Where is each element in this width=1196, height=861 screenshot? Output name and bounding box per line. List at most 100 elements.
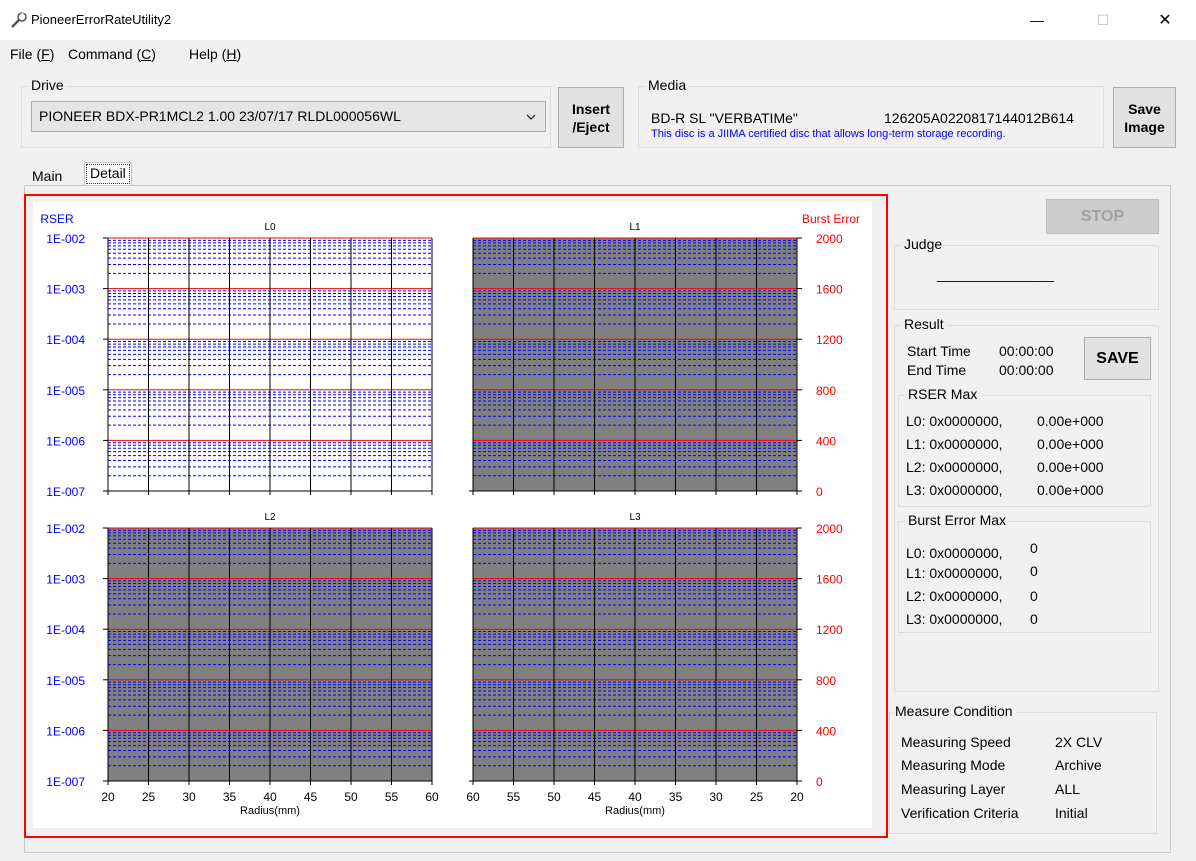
rser-max-l1-value: 0.00e+000 (1037, 436, 1104, 452)
burst-tick-label: 1200 (816, 333, 843, 347)
verification-criteria-value: Initial (1055, 805, 1088, 821)
chevron-down-icon (526, 114, 536, 120)
x-tick-label: 35 (223, 790, 237, 804)
rser-max-l3-addr: L3: 0x0000000, (906, 482, 1003, 498)
burst-tick-label: 2000 (816, 232, 843, 246)
start-time-label: Start Time (907, 343, 971, 359)
drive-group-label: Drive (28, 77, 67, 93)
burst-tick-label: 2000 (816, 522, 843, 536)
x-tick-label: 30 (709, 790, 723, 804)
close-icon: ✕ (1158, 12, 1172, 29)
drive-select[interactable]: PIONEER BDX-PR1MCL2 1.00 23/07/17 RLDL00… (31, 101, 546, 132)
rser-max-l1-addr: L1: 0x0000000, (906, 436, 1003, 452)
x-tick-label: 50 (344, 790, 358, 804)
x-tick-label: 60 (466, 790, 480, 804)
x-tick-label: 55 (385, 790, 399, 804)
minimize-button[interactable]: — (1014, 0, 1060, 40)
result-label: Result (901, 316, 947, 332)
rser-axis-label: RSER (40, 212, 74, 226)
rser-max-label: RSER Max (905, 386, 981, 402)
rser-tick-label: 1E-004 (46, 333, 85, 347)
wrench-icon (11, 12, 27, 28)
chart-panel-l0 (104, 237, 433, 495)
measuring-speed-label: Measuring Speed (901, 734, 1011, 750)
burst-tick-label: 0 (816, 485, 823, 499)
rser-tick-label: 1E-002 (46, 522, 85, 536)
judge-value: _______________ (937, 266, 1054, 282)
burst-tick-label: 800 (816, 674, 836, 688)
stop-button[interactable]: STOP (1046, 199, 1159, 234)
burst-max-l0-value: 0 (1030, 540, 1038, 556)
tab-detail[interactable]: Detail (84, 162, 132, 186)
burst-max-l3-addr: L3: 0x0000000, (906, 611, 1003, 627)
rser-tick-label: 1E-007 (46, 775, 85, 789)
title-bar: PioneerErrorRateUtility2 — ☐ ✕ (0, 0, 1196, 40)
error-rate-charts: RSER Burst Error L0 L1 L2 20 25 30 35 40 45 50 55 60 R… (40, 212, 860, 817)
menu-file[interactable]: File (F) (10, 46, 54, 62)
rser-tick-label: 1E-006 (46, 434, 85, 448)
measuring-layer-value: ALL (1055, 781, 1080, 797)
rser-max-l0-addr: L0: 0x0000000, (906, 413, 1003, 429)
rser-tick-label: 1E-003 (46, 283, 85, 297)
x-tick-label: 55 (507, 790, 521, 804)
end-time-value: 00:00:00 (999, 362, 1054, 378)
menu-command[interactable]: Command (C) (68, 46, 156, 62)
maximize-icon: ☐ (1096, 11, 1110, 28)
minimize-icon: — (1030, 12, 1044, 28)
burst-max-l2-addr: L2: 0x0000000, (906, 588, 1003, 604)
burst-max-l2-value: 0 (1030, 588, 1038, 604)
disc-note: This disc is a JIIMA certified disc that… (651, 128, 1006, 140)
x-tick-label: 45 (304, 790, 318, 804)
chart-panel-l3 (469, 527, 798, 785)
rser-max-l0-value: 0.00e+000 (1037, 413, 1104, 429)
rser-tick-label: 1E-007 (46, 485, 85, 499)
burst-max-l3-value: 0 (1030, 611, 1038, 627)
panel-title: L2 (264, 512, 276, 523)
save-image-button[interactable]: Save Image (1113, 87, 1176, 148)
x-tick-label: 40 (628, 790, 642, 804)
close-button[interactable]: ✕ (1142, 0, 1188, 40)
menu-help[interactable]: Help (H) (189, 46, 241, 62)
measuring-speed-value: 2X CLV (1055, 734, 1103, 750)
x-tick-label: 50 (547, 790, 561, 804)
measuring-layer-label: Measuring Layer (901, 781, 1006, 797)
insert-eject-button[interactable]: Insert /Eject (558, 87, 624, 148)
x-tick-label: 20 (790, 790, 804, 804)
x-axis-label: Radius(mm) (240, 805, 300, 817)
rser-tick-label: 1E-003 (46, 573, 85, 587)
x-tick-label: 30 (182, 790, 196, 804)
measure-condition-label: Measure Condition (892, 703, 1016, 719)
drive-select-value: PIONEER BDX-PR1MCL2 1.00 23/07/17 RLDL00… (39, 108, 401, 124)
save-button[interactable]: SAVE (1084, 337, 1151, 380)
burst-tick-label: 400 (816, 724, 836, 738)
burst-tick-label: 1600 (816, 283, 843, 297)
rser-tick-label: 1E-006 (46, 724, 85, 738)
start-time-value: 00:00:00 (999, 343, 1054, 359)
burst-axis-label: Burst Error (802, 212, 860, 226)
chart-panel-l2 (104, 527, 433, 785)
plot-area: RSER Burst Error L0 L1 L2 20 25 30 35 40 45 50 55 60 R… (33, 202, 872, 828)
rser-tick-label: 1E-005 (46, 674, 85, 688)
verification-criteria-label: Verification Criteria (901, 805, 1019, 821)
menu-bar: File (F) Command (C) Help (H) (0, 40, 1196, 70)
measuring-mode-value: Archive (1055, 757, 1102, 773)
rser-tick-label: 1E-004 (46, 623, 85, 637)
disc-type: BD-R SL "VERBATIMe" (651, 110, 798, 126)
burst-max-label: Burst Error Max (905, 512, 1010, 528)
judge-label: Judge (901, 236, 946, 252)
disc-id: 126205A0220817144012B614 (884, 110, 1074, 126)
x-tick-label: 20 (101, 790, 115, 804)
burst-tick-label: 800 (816, 384, 836, 398)
tab-main[interactable]: Main (26, 166, 68, 186)
maximize-button[interactable]: ☐ (1080, 0, 1126, 40)
burst-max-l1-value: 0 (1030, 563, 1038, 579)
x-tick-label: 45 (588, 790, 602, 804)
media-group-label: Media (645, 77, 690, 93)
x-tick-label: 35 (669, 790, 683, 804)
rser-max-l2-value: 0.00e+000 (1037, 459, 1104, 475)
panel-title: L1 (629, 222, 641, 233)
window-title: PioneerErrorRateUtility2 (31, 12, 172, 27)
panel-title: L0 (264, 222, 276, 233)
rser-max-l2-addr: L2: 0x0000000, (906, 459, 1003, 475)
x-tick-label: 25 (750, 790, 764, 804)
